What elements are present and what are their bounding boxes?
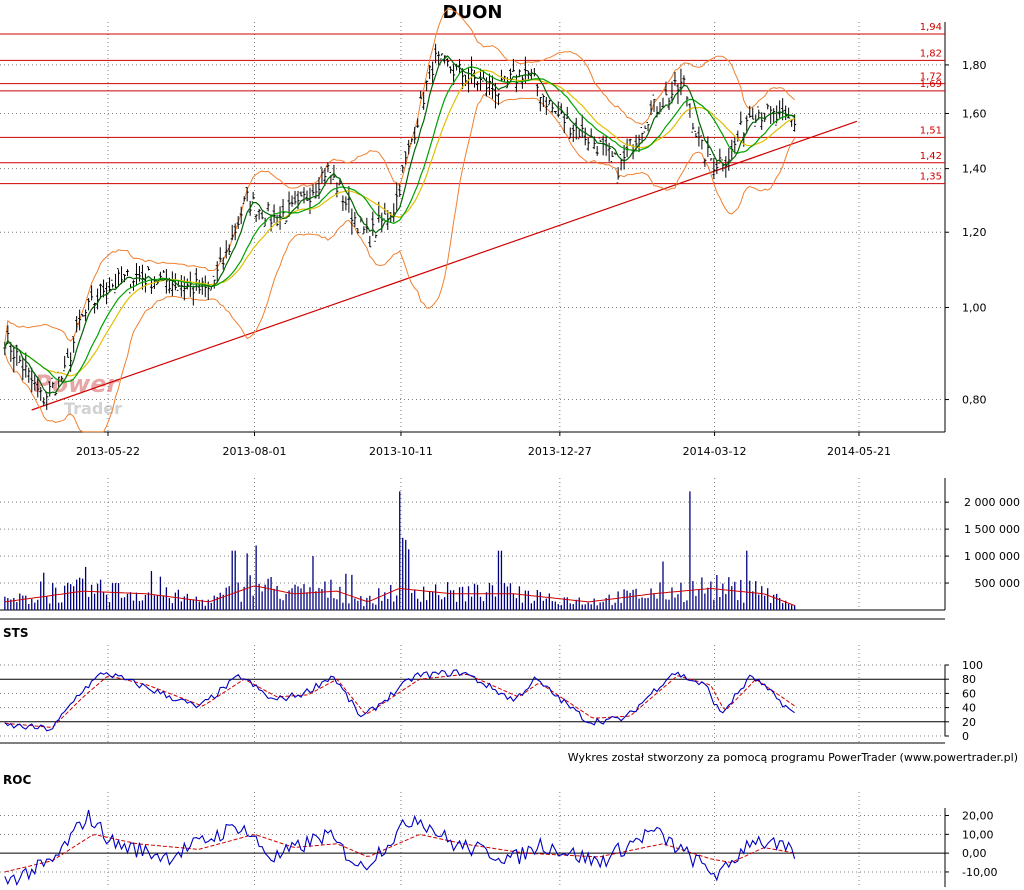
sts-tick-label-y: 40 [962,702,976,715]
bollinger-lower [4,94,796,433]
price-tick-label-x: 2013-12-27 [528,445,592,458]
sts-tick-label-y: 100 [962,659,983,672]
volume-bars [4,491,796,610]
price-tick-label-x: 2013-10-11 [369,445,433,458]
roc-main-line [4,809,796,887]
roc-tick-label-y: -10,00 [962,866,997,879]
price-tick-label-y: 1,80 [962,59,987,72]
level-label: 1,42 [920,151,942,162]
price-tick-label-x: 2013-08-01 [223,445,287,458]
level-label: 1,69 [920,79,942,90]
price-line [4,55,795,394]
candles [3,43,797,410]
sts-tick-label-y: 80 [962,673,976,686]
roc-tick-label-y: 20,00 [962,810,994,823]
sts-tick-label-y: 0 [962,730,969,743]
volume-tick-label-y: 1 000 000 [964,550,1020,563]
volume-tick-label-y: 500 000 [975,577,1021,590]
volume-tick-label-y: 2 000 000 [964,496,1020,509]
level-label: 1,94 [920,22,942,33]
chart-canvas: 2013-05-22 2013-08-01 2013-10-11 2013-12-27… [0,8,1021,887]
price-tick-label-x: 2014-05-21 [827,445,891,458]
sts-tick-label-y: 20 [962,716,976,729]
ma-fast-line [4,66,795,383]
level-label: 1,51 [920,125,942,136]
price-tick-label-y: 0,80 [962,394,987,407]
roc-tick-label-y: 10,00 [962,828,994,841]
price-tick-label-y: 1,40 [962,163,987,176]
price-tick-label-x: 2013-05-22 [76,445,140,458]
roc-tick-label-y: 0,00 [962,847,987,860]
price-tick-label-y: 1,00 [962,301,987,314]
price-tick-label-y: 1,20 [962,226,987,239]
level-label: 1,82 [920,48,942,59]
ma-slow-line [4,69,795,377]
price-tick-label-y: 1,60 [962,108,987,121]
trendline [31,120,858,411]
sts-signal-line [4,673,795,728]
sts-tick-label-y: 60 [962,687,976,700]
price-tick-label-x: 2014-03-12 [683,445,747,458]
volume-tick-label-y: 1 500 000 [964,523,1020,536]
level-label: 1,35 [920,172,942,183]
